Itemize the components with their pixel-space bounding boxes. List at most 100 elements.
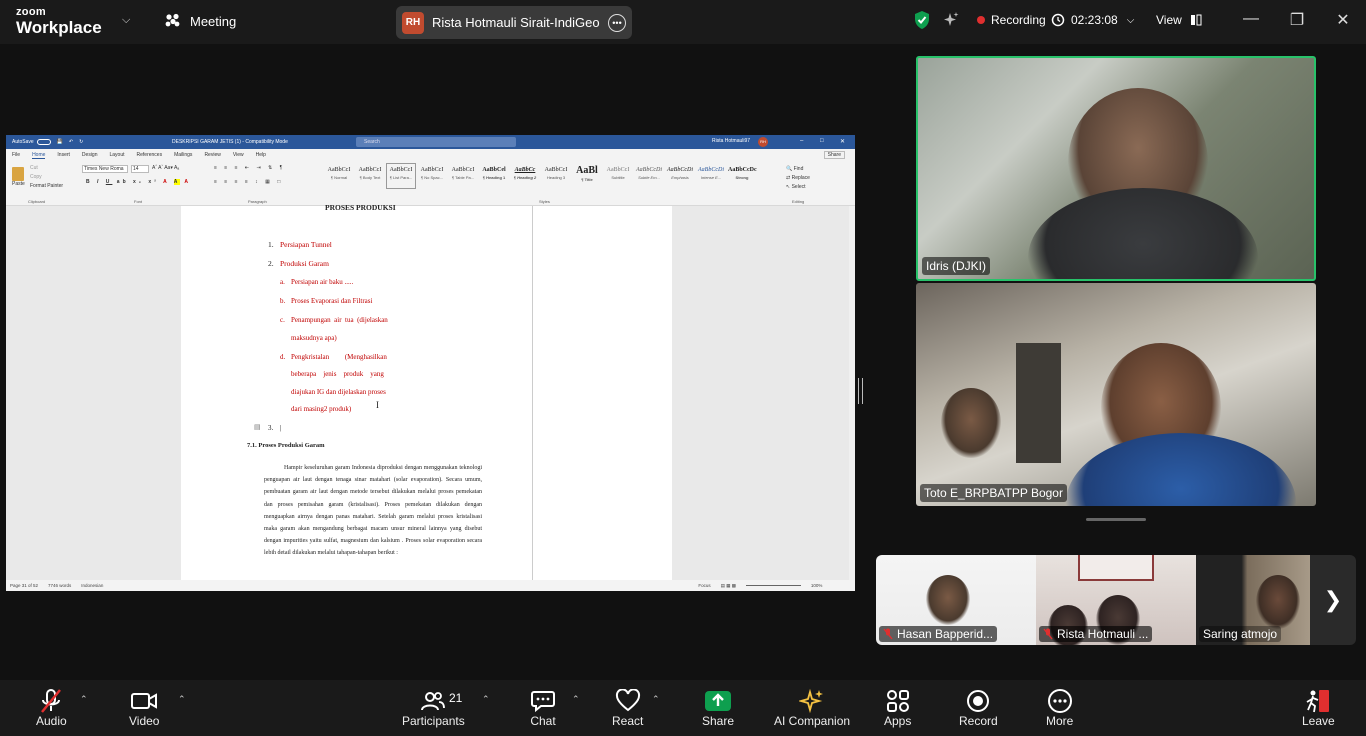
style-name: ¶ Heading 2 [513, 174, 537, 180]
meeting-label: Meeting [190, 13, 237, 29]
word-title-bar: AutoSave 💾 ↶ ↻ DESKRIPSI GARAM JETIS (1)… [6, 135, 855, 149]
copy-label: Copy [30, 174, 42, 180]
record-button[interactable]: Record [959, 688, 998, 728]
ai-companion-button[interactable]: AI Companion [774, 688, 850, 728]
video-options-chevron-up-icon[interactable]: ⌃ [178, 694, 186, 705]
encryption-shield-icon[interactable] [913, 0, 931, 40]
participants-options-chevron-up-icon[interactable]: ⌃ [482, 694, 490, 705]
view-label: View [1156, 13, 1182, 27]
participant-video-figure [1256, 575, 1300, 629]
gallery-resize-handle[interactable] [1086, 518, 1146, 521]
audio-label: Audio [36, 714, 67, 728]
meeting-timer[interactable]: 02:23:08 ⌵ [1051, 0, 1134, 40]
video-tile-active-speaker[interactable]: Idris (DJKI) [916, 56, 1316, 281]
list-number-3: 3. [268, 424, 274, 432]
style-name: Intense E... [700, 174, 722, 180]
font-format-icons: B I U ab x₂ x² A A A [86, 179, 191, 185]
redo-icon: ↻ [79, 139, 84, 145]
font-name-value: Times New Roma [84, 166, 124, 172]
word-close-icon: ✕ [840, 139, 846, 145]
more-button[interactable]: More [1046, 688, 1073, 728]
leave-button[interactable]: Leave [1302, 688, 1335, 728]
ribbon-tab-review: Review [204, 152, 221, 158]
clipboard-actions: Cut Copy Format Painter [30, 164, 63, 191]
minimize-window-icon[interactable]: — [1241, 10, 1261, 28]
paragraph-list-icons: ≡ ≡ ≡ ⇤ ⇥ ⇅ ¶ [214, 165, 286, 171]
recording-dot-icon [977, 16, 985, 24]
record-label: Record [959, 714, 998, 728]
react-button[interactable]: React [612, 688, 643, 728]
style-subtitle: AaBbCcI Subtitle [603, 163, 633, 189]
list-number-1: 1. [268, 240, 274, 249]
sub-item-d-line2: beberapa jenis produk yang [291, 370, 384, 378]
shared-screen-word-document: AutoSave 💾 ↶ ↻ DESKRIPSI GARAM JETIS (1)… [6, 135, 855, 591]
style-name: Subtitle [611, 174, 625, 180]
apps-button[interactable]: Apps [884, 688, 911, 728]
video-label: Video [129, 714, 160, 728]
word-share-button: Share [823, 151, 845, 159]
recording-indicator[interactable]: Recording [977, 0, 1046, 40]
group-label-paragraph: Paragraph [248, 199, 267, 204]
status-zoom-level: 100% [810, 583, 823, 588]
close-window-icon[interactable]: ✕ [1333, 10, 1353, 30]
sharer-avatar: RH [402, 11, 424, 34]
video-button[interactable]: Video [129, 688, 159, 728]
pane-resize-handle[interactable] [858, 378, 863, 404]
word-search-box: Search [356, 137, 516, 147]
recording-label: Recording [991, 13, 1046, 27]
background-person [941, 388, 1001, 458]
list-item-2: Produksi Garam [280, 259, 329, 268]
style-sample: AaBbCcI [606, 167, 630, 173]
audio-options-chevron-up-icon[interactable]: ⌃ [80, 694, 88, 705]
editing-group: 🔍 Find ⇄ Replace ↖ Select [786, 165, 810, 192]
style-body-text: AaBbCcI ¶ Body Text [355, 163, 385, 189]
style-sample: AaBbCcI [327, 167, 351, 173]
view-button[interactable]: View [1156, 0, 1202, 40]
autosave-label: AutoSave [12, 139, 34, 145]
participants-label: Participants [402, 714, 465, 728]
ribbon-tab-file: File [12, 152, 21, 158]
share-options-more-icon[interactable]: ••• [608, 13, 626, 32]
screen-share-indicator[interactable]: RH Rista Hotmauli Sirait-IndiGeo's sc ••… [396, 6, 632, 39]
word-user-name: Rista Hotmauli97 [712, 138, 751, 144]
app-menu-chevron-down-icon[interactable]: ⌵ [122, 14, 130, 27]
share-screen-button[interactable]: Share [702, 688, 734, 728]
sub-item-c-line1: Penampungan air tua (dijelaskan [291, 316, 388, 324]
restore-window-icon[interactable]: ❐ [1287, 10, 1307, 30]
style-name: Strong [735, 174, 749, 180]
style-strong: AaBbCcDc Strong [727, 163, 757, 189]
chat-button[interactable]: Chat [530, 688, 556, 728]
list-number-2: 2. [268, 259, 274, 268]
audio-button[interactable]: Audio [36, 688, 67, 728]
styles-gallery: AaBbCcI ¶ Normal AaBbCcI ¶ Body Text AaBbC… [324, 163, 757, 189]
word-restore-icon: □ [820, 138, 824, 144]
thumbnail-participant-hasan[interactable]: Hasan Bapperid... [876, 555, 1036, 645]
style-name: ¶ Heading 1 [482, 174, 506, 180]
document-title: DESKRIPSI GARAM JETIS (1) - Compatibilit… [172, 139, 288, 145]
video-tile-participant[interactable]: Toto E_BRPBATPP Bogor [916, 283, 1316, 506]
find-label: 🔍 Find [786, 166, 804, 172]
sub-item-a-marker: a. [280, 278, 285, 286]
ai-sparkle-icon[interactable] [942, 0, 960, 40]
participant-video-body [1066, 433, 1296, 506]
chat-options-chevron-up-icon[interactable]: ⌃ [572, 694, 580, 705]
thumbnail-participant-saring[interactable]: Saring atmojo [1196, 555, 1310, 645]
next-page-chevron-right-icon[interactable]: ❯ [1310, 555, 1356, 645]
react-options-chevron-up-icon[interactable]: ⌃ [652, 694, 660, 705]
apps-icon [885, 688, 911, 714]
font-size-value: 14 [133, 166, 139, 172]
style-heading-2: AaBbCc ¶ Heading 2 [510, 163, 540, 189]
column-separator [532, 206, 533, 580]
sub-item-b: Proses Evaporasi dan Filtrasi [291, 297, 373, 305]
font-name-box: Times New Roma [82, 165, 128, 173]
body-paragraph: Hampir keseluruhan garam Indonesia dipro… [264, 465, 482, 557]
chat-bubble-icon [530, 688, 556, 714]
style-no-spacing: AaBbCcI ¶ No Spac... [417, 163, 447, 189]
sub-item-c-line2: maksudnya apa) [291, 334, 337, 342]
word-ribbon-home: Paste Cut Copy Format Painter Times New … [6, 161, 855, 206]
thumbnail-participant-rista[interactable]: Rista Hotmauli ... [1036, 555, 1196, 645]
ai-companion-sparkle-icon [799, 688, 825, 714]
meeting-info-button[interactable]: Meeting [164, 13, 236, 29]
leave-door-icon [1305, 688, 1331, 714]
style-sample: AaBbCcI [389, 167, 413, 173]
